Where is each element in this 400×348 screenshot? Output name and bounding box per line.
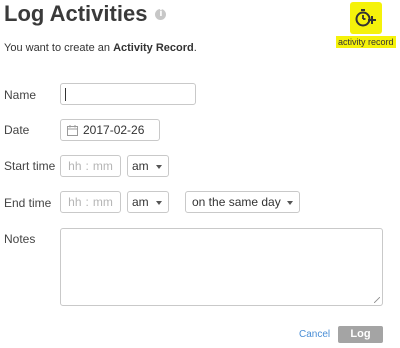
info-icon[interactable]: i (155, 8, 167, 20)
end-day-select[interactable]: on the same day (185, 191, 300, 213)
start-time-input[interactable]: hh : mm (60, 155, 121, 177)
end-time-input[interactable]: hh : mm (60, 191, 121, 213)
text-caret (65, 88, 66, 101)
notes-textarea[interactable] (60, 228, 383, 306)
resize-handle-icon[interactable] (374, 297, 380, 303)
notes-label: Notes (4, 232, 36, 246)
date-label: Date (4, 123, 30, 137)
subtitle-suffix: . (193, 42, 197, 54)
end-mm-placeholder: mm (92, 195, 113, 209)
name-label: Name (4, 88, 37, 102)
time-separator: : (85, 159, 89, 173)
name-input[interactable] (60, 83, 196, 105)
activity-record-caption: activity record (336, 36, 396, 48)
chevron-down-icon (287, 201, 293, 205)
log-button[interactable]: Log (338, 326, 383, 343)
chevron-down-icon (156, 165, 162, 169)
time-separator: : (85, 195, 89, 209)
date-value: 2017-02-26 (83, 123, 145, 137)
start-mm-placeholder: mm (92, 159, 113, 173)
cancel-link[interactable]: Cancel (299, 329, 330, 340)
subtitle-bold: Activity Record (113, 42, 194, 54)
calendar-icon (67, 124, 78, 136)
end-hh-placeholder: hh (68, 195, 82, 209)
end-day-value: on the same day (192, 195, 281, 209)
subtitle-prefix: You want to create an (4, 42, 114, 54)
page-title: Log Activities i (4, 1, 167, 27)
activity-record-button[interactable] (350, 2, 382, 34)
end-time-label: End time (4, 196, 52, 210)
end-ampm-select[interactable]: am (127, 191, 169, 213)
end-ampm-value: am (132, 195, 149, 209)
date-field[interactable]: 2017-02-26 (60, 119, 160, 141)
start-time-label: Start time (4, 159, 56, 173)
start-ampm-select[interactable]: am (127, 155, 169, 177)
page-title-text: Log Activities (4, 1, 148, 26)
subtitle: You want to create an Activity Record. (4, 42, 197, 54)
start-ampm-value: am (132, 159, 149, 173)
start-hh-placeholder: hh (68, 159, 82, 173)
chevron-down-icon (156, 201, 162, 205)
activity-add-icon (355, 9, 376, 27)
